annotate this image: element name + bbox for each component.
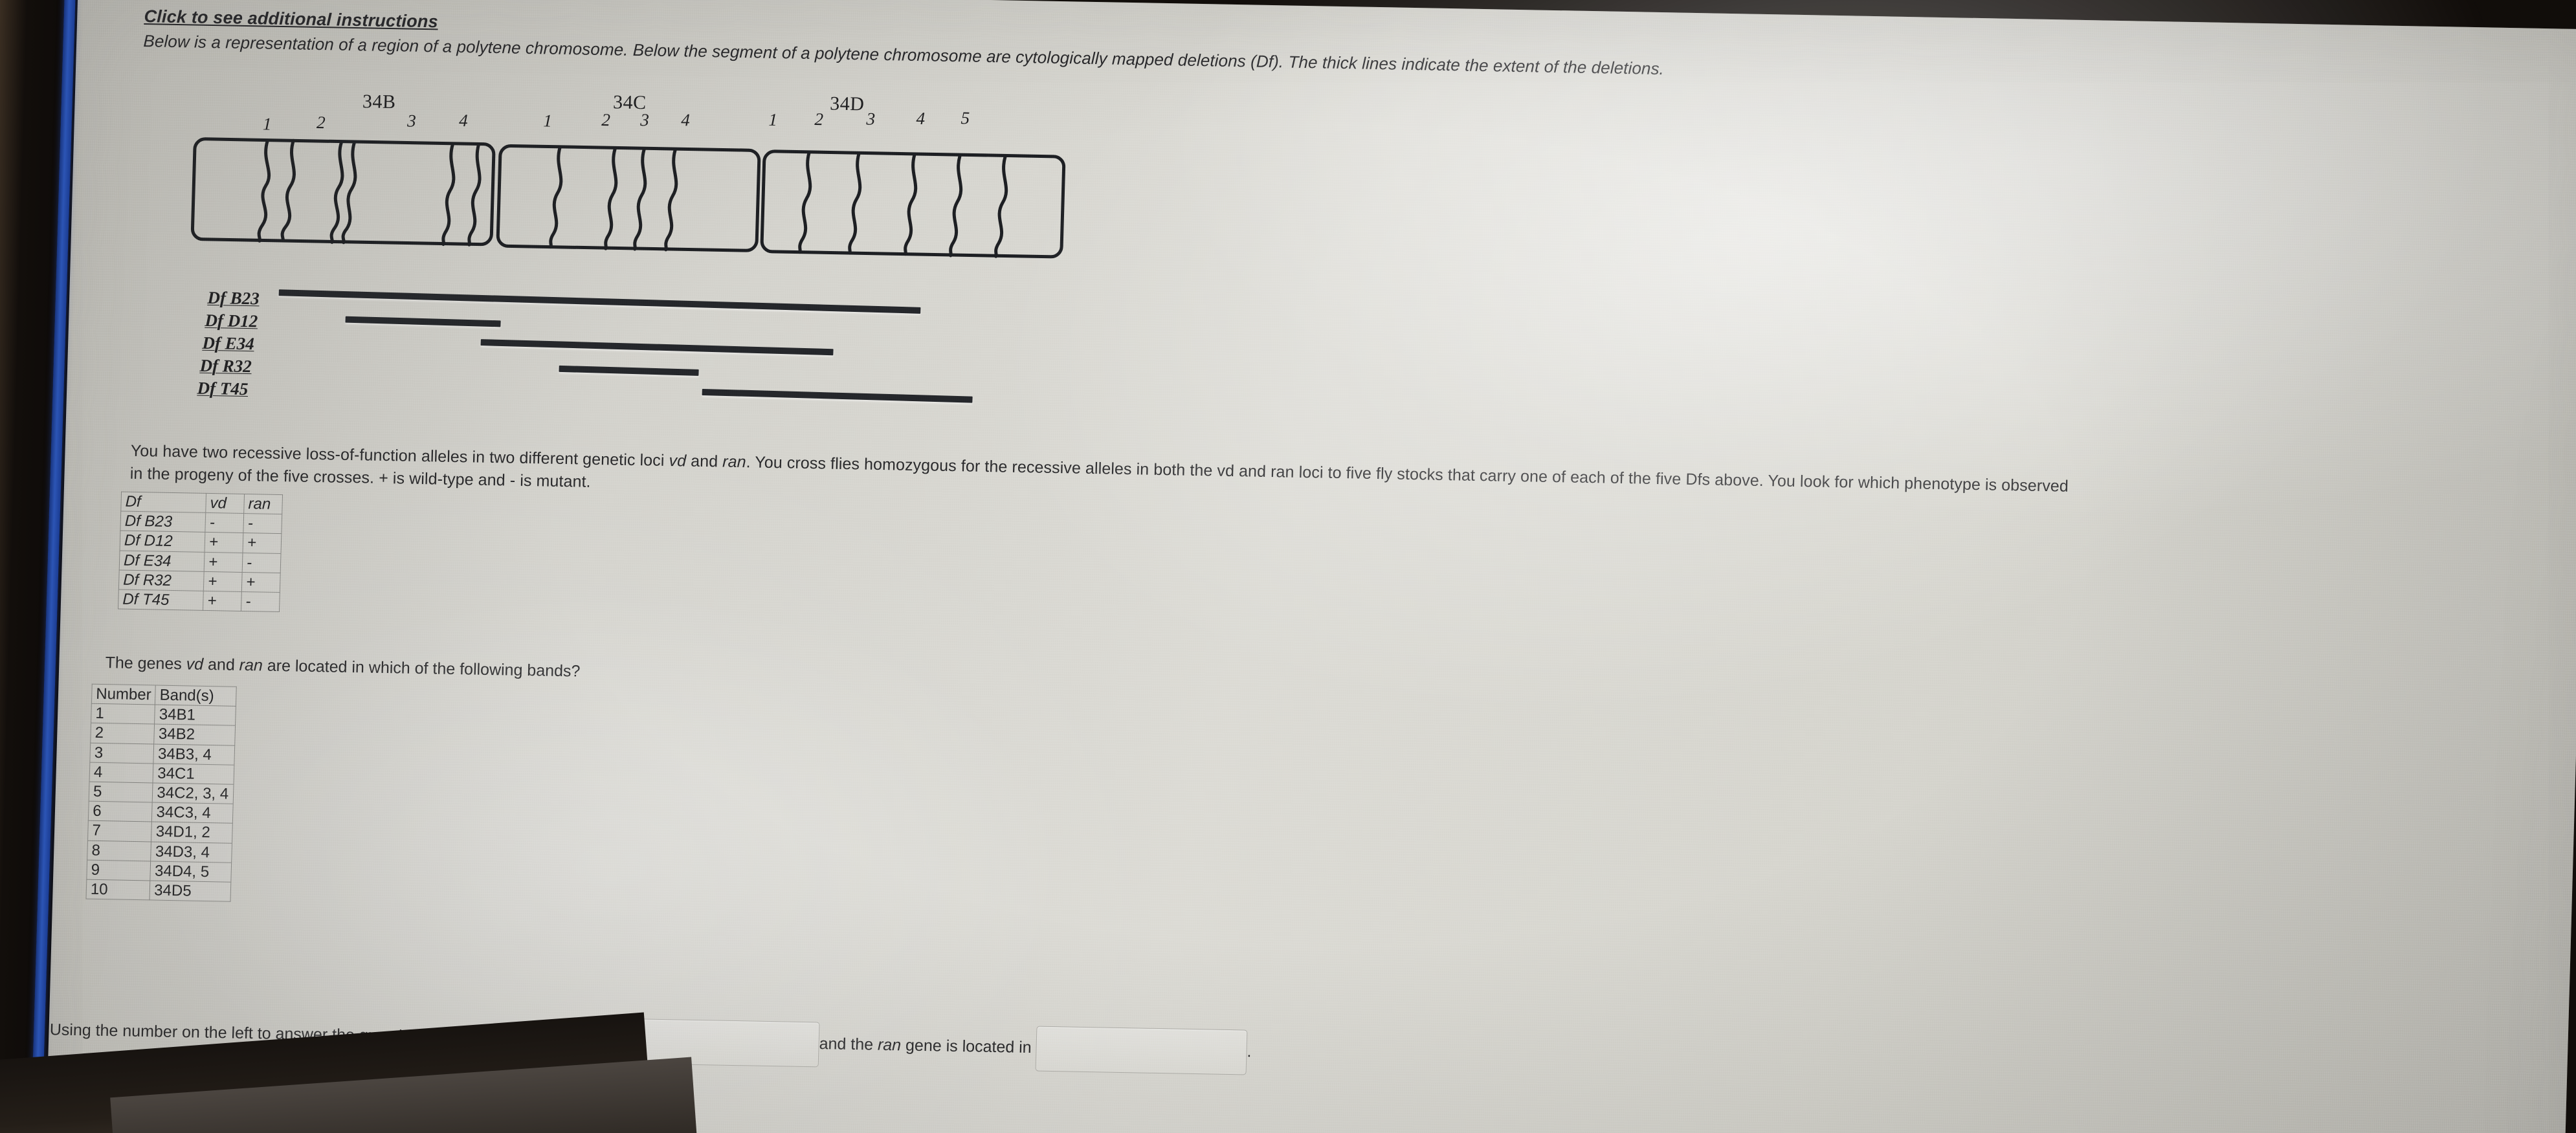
cross-cell-df-0: Df B23 — [120, 511, 206, 533]
table-row: 8 34D3, 4 — [87, 840, 232, 863]
cross-header-ran: ran — [243, 494, 283, 514]
table-row: Df R32 + + — [118, 569, 281, 593]
cross-cell-df-2: Df E34 — [119, 550, 205, 572]
band-cell-number-8: 9 — [86, 859, 151, 881]
band-cell-number-6: 7 — [87, 820, 152, 842]
deletion-label-Df-T45: Df T45 — [197, 378, 249, 399]
table-row: Df D12 + + — [120, 531, 282, 554]
deletion-label-Df-D12: Df D12 — [205, 310, 258, 331]
gene-ran-inline-3: ran — [877, 1035, 902, 1055]
band-cell-bands-0: 34B1 — [154, 705, 236, 726]
band-cell-number-2: 3 — [89, 742, 155, 764]
band-header-number: Number — [91, 684, 156, 705]
band-cell-bands-5: 34C3, 4 — [151, 802, 234, 824]
table-row: 6 34C3, 4 — [88, 801, 234, 824]
table-row: 7 34D1, 2 — [87, 820, 233, 843]
band-cell-number-5: 6 — [88, 801, 153, 822]
deletion-bar-Df-T45 — [702, 388, 973, 403]
cross-results-table: Df vd ran Df B23 - - Df D12 + + Df E34 +… — [118, 491, 283, 613]
table-row: Df B23 - - — [120, 511, 282, 534]
band-cell-bands-8: 34D4, 5 — [150, 861, 232, 883]
table-row: Df T45 + - — [118, 589, 280, 612]
deletion-map: Df B23 Df D12 Df E34 Df R32 Df T45 — [60, 0, 1107, 455]
cross-cell-vd-2: + — [204, 551, 243, 573]
band-cell-number-3: 4 — [89, 762, 154, 783]
gene-vd-inline-2: vd — [186, 655, 204, 674]
band-cell-bands-3: 34C1 — [153, 763, 235, 785]
gene-vd-inline-1: vd — [669, 452, 687, 470]
deletion-label-Df-B23: Df B23 — [207, 287, 260, 309]
band-cell-bands-7: 34D3, 4 — [151, 841, 232, 863]
band-cell-number-7: 8 — [87, 840, 151, 861]
deletion-bar-Df-D12 — [345, 316, 501, 327]
photographed-monitor-frame: Click to see additional instructions Bel… — [0, 0, 2576, 1133]
cross-paragraph-line1-c: . You cross flies homozygous for the rec… — [746, 453, 2069, 496]
ran-answer-input[interactable] — [1035, 1026, 1248, 1075]
gene-ran-inline-1: ran — [722, 452, 747, 472]
gene-ran-inline-2: ran — [239, 655, 263, 675]
answer-line-c: and the — [819, 1035, 878, 1054]
cross-cell-ran-0: - — [243, 513, 282, 534]
cross-cell-df-3: Df R32 — [118, 569, 205, 591]
band-cell-number-9: 10 — [85, 879, 151, 900]
table-row: 2 34B2 — [90, 723, 236, 745]
cross-header-df: Df — [120, 492, 206, 513]
band-cell-bands-2: 34B3, 4 — [153, 743, 236, 765]
band-cell-bands-4: 34C2, 3, 4 — [152, 782, 234, 804]
bands-question-a: The genes — [105, 654, 187, 674]
band-header-bands: Band(s) — [155, 685, 237, 707]
band-cell-number-4: 5 — [89, 782, 153, 803]
cross-cell-ran-3: + — [241, 572, 281, 593]
quiz-page-content: Click to see additional instructions Bel… — [39, 0, 2576, 1133]
deletion-label-Df-E34: Df E34 — [202, 333, 255, 354]
deletion-bar-Df-B23 — [278, 289, 921, 314]
cross-cell-vd-1: + — [205, 532, 243, 553]
cross-cell-ran-4: - — [241, 591, 280, 612]
band-reference-table-wrap: Number Band(s) 1 34B1 2 34B2 3 34B3, 4 4… — [85, 683, 238, 902]
answer-line-d: gene is located in — [900, 1036, 1037, 1057]
band-reference-table: Number Band(s) 1 34B1 2 34B2 3 34B3, 4 4… — [85, 683, 238, 902]
deletion-label-Df-R32: Df R32 — [199, 355, 252, 377]
cross-paragraph-line2: in the progeny of the five crosses. + is… — [129, 464, 592, 491]
table-row: 4 34C1 — [89, 762, 235, 785]
intro-text-part2: ). The thick lines indicate the extent o… — [1272, 52, 1665, 79]
table-header-row: Df vd ran — [120, 492, 283, 514]
cross-cell-ran-2: - — [242, 553, 282, 573]
cross-header-vd: vd — [205, 493, 245, 514]
table-row: 10 34D5 — [85, 879, 232, 902]
band-cell-number-1: 2 — [90, 723, 155, 744]
bands-question-c: are located in which of the following ba… — [262, 656, 581, 681]
cross-paragraph-line1-b: and — [685, 452, 723, 471]
bands-question-b: and — [203, 655, 240, 674]
cross-cell-vd-3: + — [203, 571, 243, 592]
table-row: 3 34B3, 4 — [89, 742, 236, 765]
answer-line-e: . — [1247, 1042, 1252, 1061]
screen-surface: Click to see additional instructions Bel… — [39, 0, 2576, 1133]
band-cell-bands-6: 34D1, 2 — [151, 822, 233, 843]
cross-cell-vd-0: - — [205, 512, 244, 533]
intro-df-abbrev: Df — [1256, 51, 1274, 72]
deletion-bar-Df-R32 — [559, 365, 699, 376]
cross-cell-ran-1: + — [243, 533, 282, 554]
cross-cell-df-1: Df D12 — [120, 531, 205, 552]
table-row: 9 34D4, 5 — [86, 859, 232, 883]
band-cell-bands-1: 34B2 — [154, 724, 236, 745]
deletion-bar-Df-E34 — [480, 339, 834, 356]
table-row: 5 34C2, 3, 4 — [89, 782, 234, 804]
cross-cell-df-4: Df T45 — [118, 589, 204, 611]
table-row: 1 34B1 — [91, 703, 236, 726]
table-row: Df E34 + - — [119, 550, 282, 573]
cross-cell-vd-4: + — [203, 591, 242, 611]
bands-question-text: The genes vd and ran are located in whic… — [105, 654, 581, 681]
cross-results-table-wrap: Df vd ran Df B23 - - Df D12 + + Df E34 +… — [118, 491, 283, 613]
table-header-row: Number Band(s) — [91, 684, 237, 707]
band-cell-bands-9: 34D5 — [150, 880, 232, 902]
band-cell-number-0: 1 — [91, 703, 155, 725]
